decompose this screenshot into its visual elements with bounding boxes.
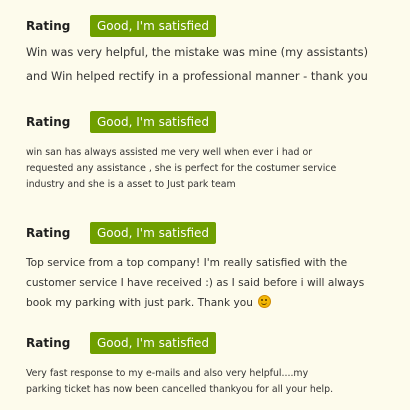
comment-line-text: book my parking with just park. Thank yo… <box>26 297 253 309</box>
rating-row: Rating Good, I'm satisfied <box>26 332 217 354</box>
comment-line: customer service I have received :) as I… <box>26 277 365 289</box>
rating-row: Rating Good, I'm satisfied <box>26 15 217 37</box>
rating-badge: Good, I'm satisfied <box>90 222 217 244</box>
rating-label: Rating <box>26 19 71 33</box>
rating-badge: Good, I'm satisfied <box>90 111 217 133</box>
comment-line: Win was very helpful, the mistake was mi… <box>26 45 369 59</box>
rating-label: Rating <box>26 226 71 240</box>
comment-line: industry and she is a asset to Just park… <box>26 179 236 190</box>
review-comment: win san has always assisted me very well… <box>26 145 400 193</box>
comment-line: win san has always assisted me very well… <box>26 147 313 158</box>
rating-label: Rating <box>26 336 71 350</box>
rating-row: Rating Good, I'm satisfied <box>26 222 217 244</box>
smiling-face-icon <box>258 295 272 308</box>
comment-line: Very fast response to my e-mails and als… <box>26 368 309 379</box>
review-comment: Top service from a top company! I'm real… <box>26 253 400 313</box>
comment-line: parking ticket has now been cancelled th… <box>26 384 334 395</box>
comment-line: requested any assistance , she is perfec… <box>26 163 337 174</box>
comment-line: book my parking with just park. Thank yo… <box>26 293 400 313</box>
rating-badge: Good, I'm satisfied <box>90 15 217 37</box>
comment-line: and Win helped rectify in a professional… <box>26 69 368 83</box>
rating-row: Rating Good, I'm satisfied <box>26 111 217 133</box>
review-comment: Very fast response to my e-mails and als… <box>26 366 400 398</box>
rating-label: Rating <box>26 115 71 129</box>
rating-badge: Good, I'm satisfied <box>90 332 217 354</box>
comment-line: Top service from a top company! I'm real… <box>26 257 348 269</box>
review-comment: Win was very helpful, the mistake was mi… <box>26 40 400 88</box>
